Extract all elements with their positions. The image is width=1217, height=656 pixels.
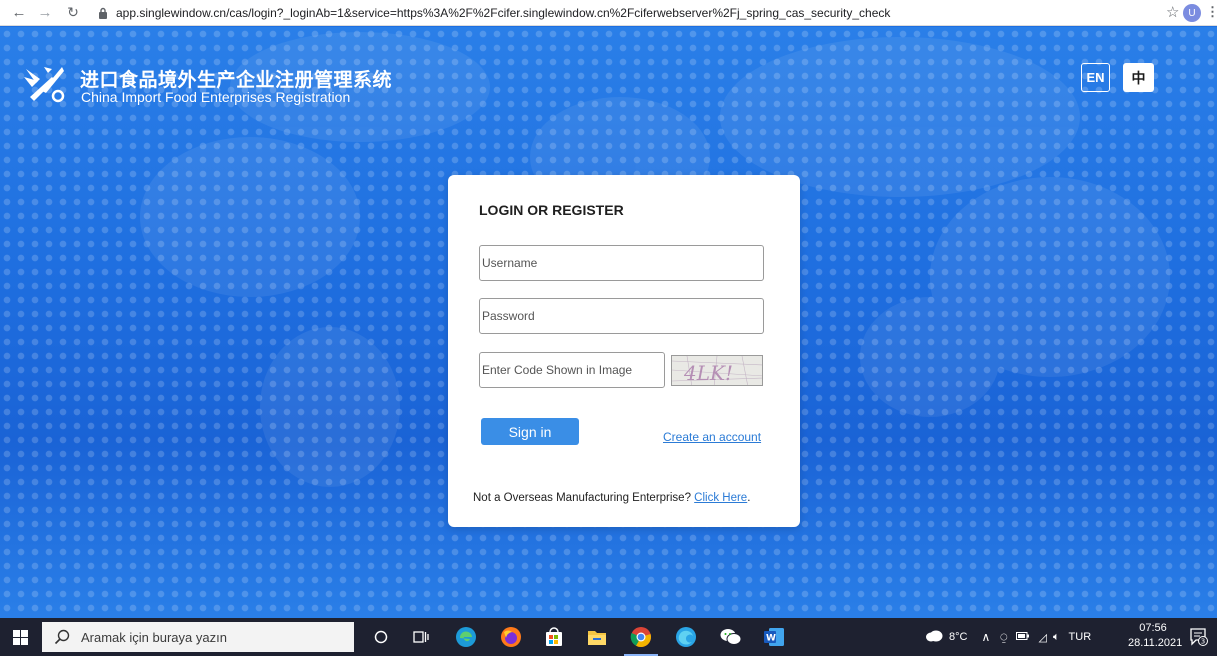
kebab-menu-icon[interactable]: ⋮	[1206, 4, 1217, 20]
captcha-image[interactable]: 4LK!	[671, 355, 763, 386]
file-explorer-icon[interactable]	[586, 626, 608, 648]
show-hidden-icons-chevron-icon[interactable]: ∧	[981, 630, 990, 644]
click-here-suffix: .	[747, 492, 751, 504]
reload-icon[interactable]: ↻	[62, 2, 84, 24]
search-icon	[54, 629, 70, 645]
firefox-icon[interactable]	[500, 626, 522, 648]
login-card: LOGIN OR REGISTER 4LK! Sign in Create an…	[448, 175, 800, 527]
windows-taskbar: Aramak için buraya yazın W 8°C ∧ ⍜ ◿ 🔈︎ …	[0, 618, 1217, 656]
weather-cloud-icon[interactable]	[925, 630, 943, 645]
not-overseas-question: Not a Overseas Manufacturing Enterprise?	[473, 492, 691, 504]
url-text: app.singlewindow.cn/cas/login?_loginAb=1…	[116, 5, 891, 20]
system-tray: 8°C ∧ ⍜ ◿ 🔈︎ TUR	[925, 618, 1091, 656]
task-view-icon[interactable]	[410, 626, 432, 648]
store-icon[interactable]	[543, 626, 565, 648]
svg-text:W: W	[766, 634, 776, 644]
chrome-icon[interactable]	[624, 626, 658, 656]
username-input[interactable]	[479, 245, 764, 281]
click-here-link[interactable]: Click Here	[694, 492, 747, 504]
forward-arrow-icon[interactable]: →	[34, 2, 56, 24]
taskbar-search-placeholder: Aramak için buraya yazın	[81, 629, 227, 645]
clock-date: 28.11.2021	[1128, 637, 1183, 649]
clock-time: 07:56	[1139, 622, 1167, 634]
not-overseas-text: Not a Overseas Manufacturing Enterprise?…	[473, 492, 750, 504]
notification-center-icon[interactable]: 3	[1190, 628, 1208, 646]
profile-avatar[interactable]: U	[1183, 4, 1201, 22]
address-bar[interactable]: app.singlewindow.cn/cas/login?_loginAb=1…	[98, 2, 890, 24]
battery-icon[interactable]	[1016, 631, 1030, 643]
site-title-chinese: 进口食品境外生产企业注册管理系统	[80, 69, 393, 91]
site-title-english: China Import Food Enterprises Registrati…	[81, 89, 351, 105]
taskbar-search-box[interactable]: Aramak için buraya yazın	[42, 622, 354, 652]
windows-start-icon[interactable]	[13, 630, 28, 645]
logo-icon	[22, 63, 68, 103]
input-language-indicator[interactable]: TUR	[1069, 631, 1092, 643]
meet-now-icon[interactable]: ⍜	[1000, 630, 1007, 645]
taskbar-clock[interactable]: 07:56 28.11.2021	[1128, 621, 1183, 651]
notification-count: 3	[1201, 638, 1205, 646]
captcha-input[interactable]	[479, 352, 665, 388]
network-wifi-icon[interactable]: ◿	[1038, 631, 1046, 644]
password-input[interactable]	[479, 298, 764, 334]
edge-chromium-icon[interactable]	[675, 626, 697, 648]
lock-icon	[98, 7, 108, 19]
login-page: 进口食品境外生产企业注册管理系统 China Import Food Enter…	[0, 27, 1217, 618]
back-arrow-icon[interactable]: ←	[8, 2, 30, 24]
sign-in-button[interactable]: Sign in	[481, 418, 579, 445]
login-heading: LOGIN OR REGISTER	[479, 202, 624, 218]
create-account-link[interactable]: Create an account	[663, 430, 761, 444]
cortana-icon[interactable]	[370, 626, 392, 648]
word-icon[interactable]: W	[763, 626, 785, 648]
volume-icon[interactable]: 🔈︎	[1053, 631, 1060, 644]
bookmark-star-icon[interactable]: ☆	[1166, 3, 1179, 21]
language-cn-button[interactable]: 中	[1123, 63, 1154, 92]
browser-toolbar: ← → ↻ app.singlewindow.cn/cas/login?_log…	[0, 0, 1217, 26]
edge-browser-icon[interactable]	[455, 626, 477, 648]
captcha-text: 4LK!	[683, 361, 733, 385]
wechat-icon[interactable]	[720, 626, 742, 648]
weather-temperature[interactable]: 8°C	[949, 631, 967, 643]
language-en-button[interactable]: EN	[1081, 63, 1110, 92]
